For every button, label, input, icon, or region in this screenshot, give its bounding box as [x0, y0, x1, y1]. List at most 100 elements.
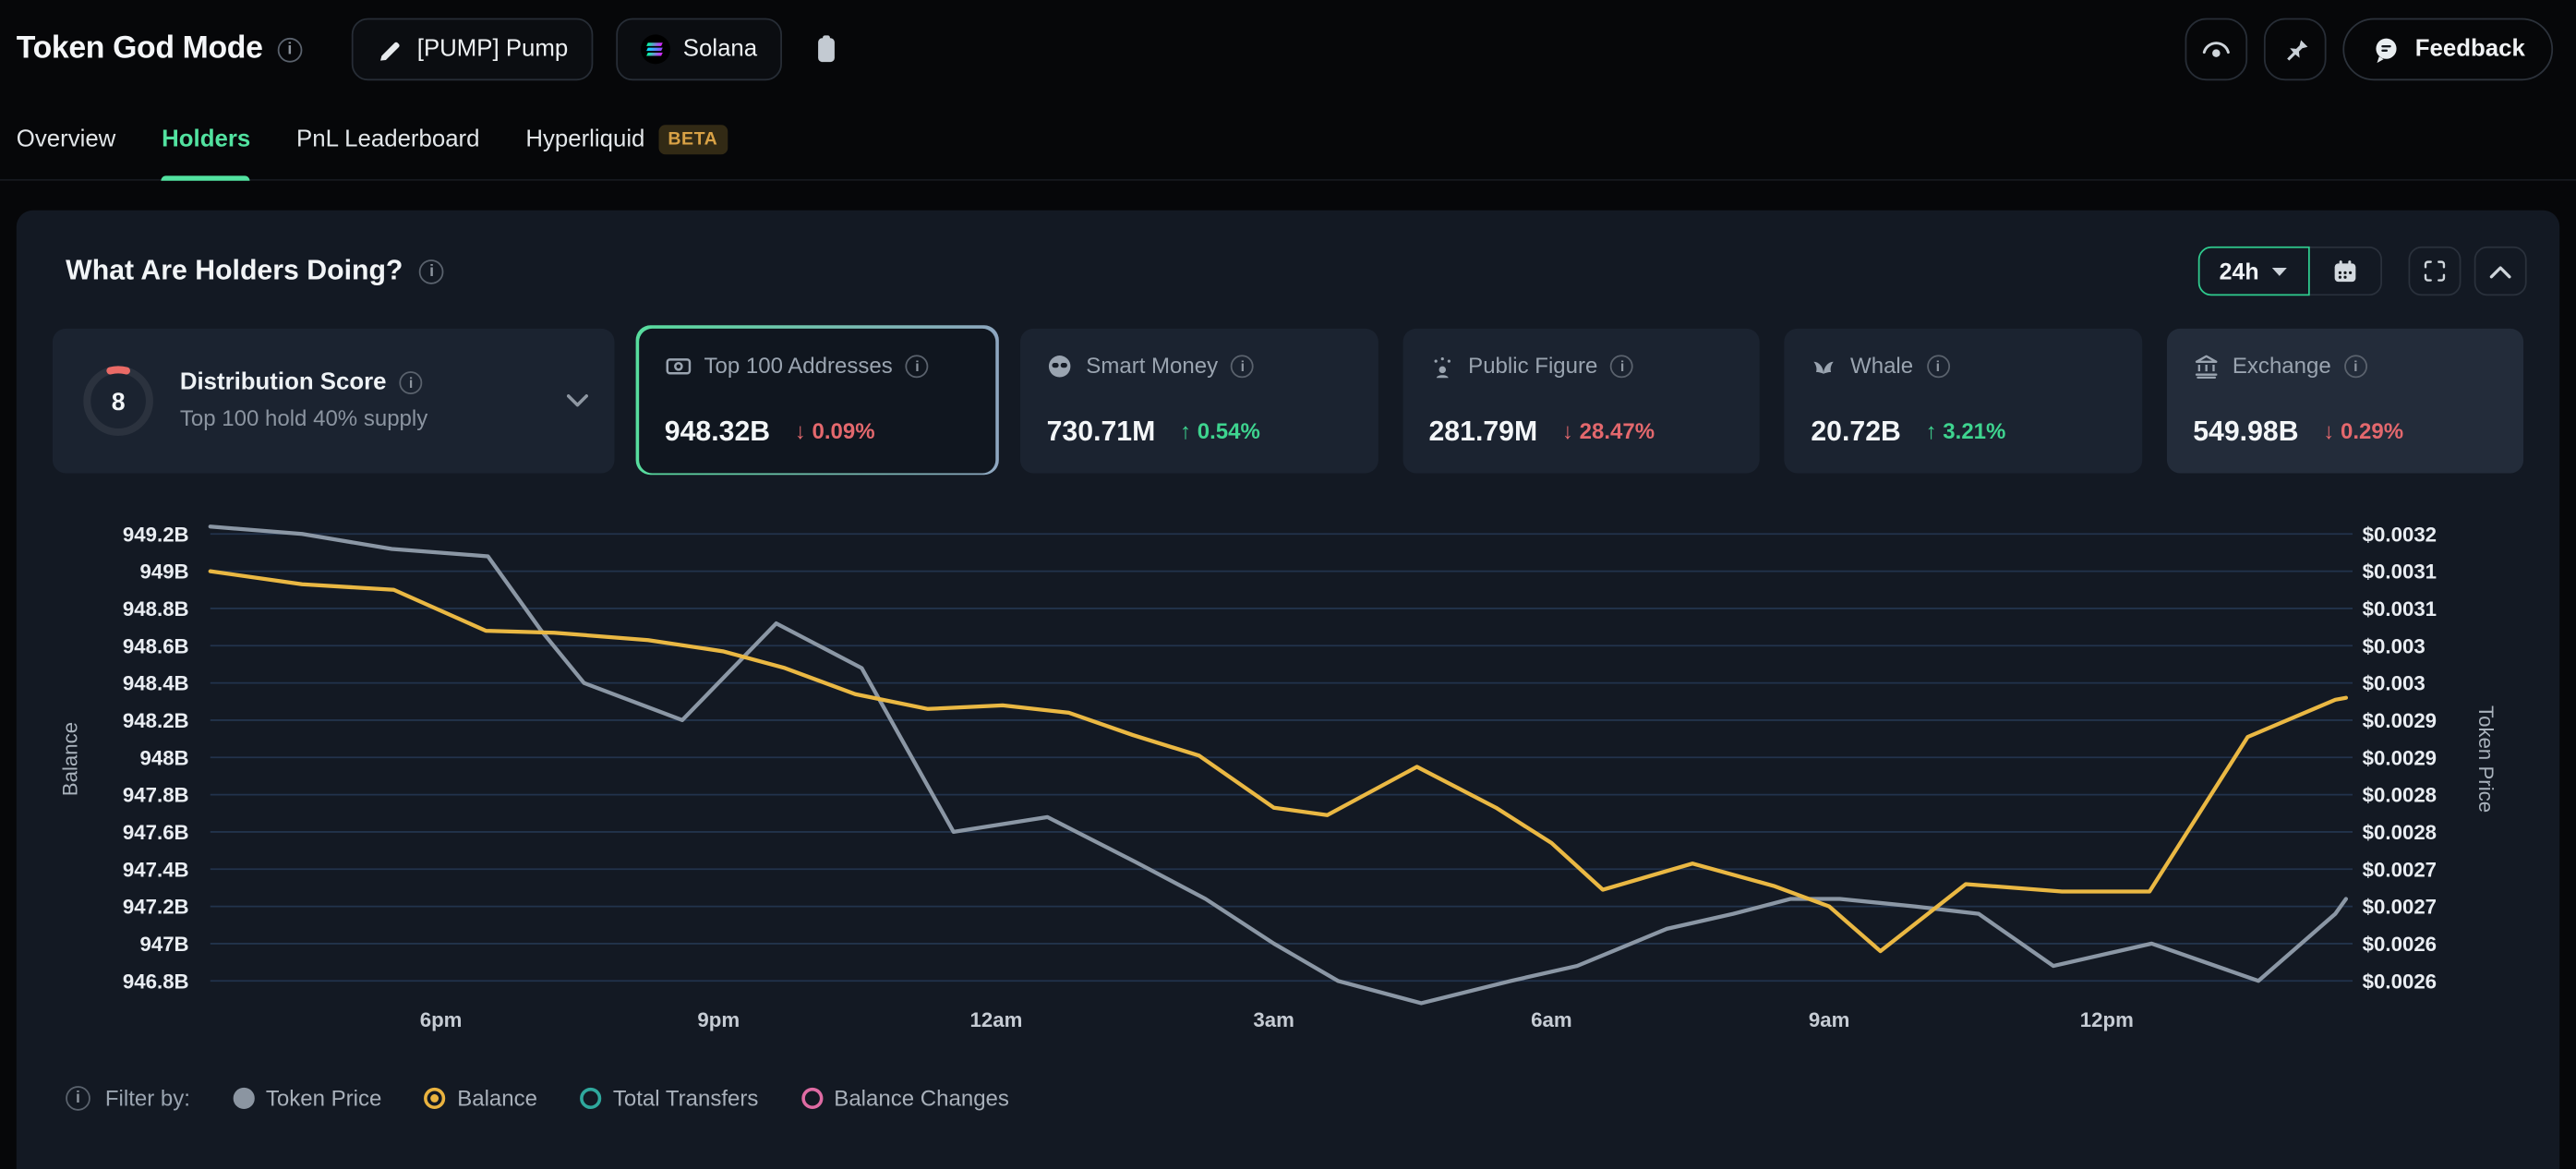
chevron-down-icon [2270, 265, 2289, 276]
stat-card-exchange[interactable]: Exchange i 549.98B ↓ 0.29% [2164, 325, 2527, 475]
stat-info-icon[interactable]: i [2344, 354, 2367, 377]
chain-select-button[interactable]: Solana [616, 18, 782, 81]
stat-card-smart-money[interactable]: Smart Money i 730.71M ↑ 0.54% [1017, 325, 1380, 475]
filter-total-transfers[interactable]: Total Transfers [580, 1086, 758, 1111]
stat-change: ↑ 3.21% [1926, 419, 2006, 444]
distribution-gauge: 8 [78, 361, 157, 440]
svg-text:948B: 948B [139, 746, 188, 769]
svg-text:947.2B: 947.2B [123, 896, 189, 919]
distribution-expand-button[interactable] [566, 393, 587, 406]
title-info-icon[interactable]: i [278, 37, 303, 62]
chevron-up-icon [2489, 264, 2512, 279]
panel-info-icon[interactable]: i [419, 259, 444, 283]
stat-value: 549.98B [2193, 415, 2298, 448]
stat-label: Smart Money [1086, 354, 1218, 379]
svg-text:949B: 949B [139, 560, 188, 584]
svg-text:$0.0026: $0.0026 [2363, 933, 2437, 956]
solana-logo [641, 34, 670, 64]
chain-button-label: Solana [683, 36, 757, 62]
balance-changes-ring-icon [801, 1088, 823, 1109]
panel-controls: 24h [2198, 247, 2527, 295]
svg-text:$0.0032: $0.0032 [2363, 523, 2437, 546]
filter-balance[interactable]: Balance [425, 1086, 537, 1111]
feedback-button[interactable]: Feedback [2343, 18, 2554, 81]
stat-card-whale[interactable]: Whale i 20.72B ↑ 3.21% [1782, 325, 2145, 475]
svg-text:947.4B: 947.4B [123, 858, 189, 881]
fullscreen-icon [2422, 258, 2448, 283]
stat-info-icon[interactable]: i [1231, 354, 1254, 377]
tab-hyperliquid[interactable]: HyperliquidBETA [525, 99, 728, 179]
distribution-info-icon[interactable]: i [400, 371, 423, 394]
filter-info-icon[interactable]: i [66, 1086, 90, 1111]
svg-text:948.6B: 948.6B [123, 634, 189, 657]
feedback-label: Feedback [2415, 36, 2525, 62]
svg-text:Token Price: Token Price [2474, 705, 2498, 813]
pin-icon [2279, 33, 2312, 66]
exchange-bank-icon [2193, 353, 2219, 379]
svg-text:$0.003: $0.003 [2363, 634, 2426, 657]
svg-text:$0.003: $0.003 [2363, 672, 2426, 695]
timeframe-dropdown[interactable]: 24h [2198, 247, 2310, 295]
chevron-down-icon [566, 393, 587, 406]
total-transfers-ring-icon [580, 1088, 601, 1109]
svg-text:$0.0031: $0.0031 [2363, 597, 2437, 621]
stat-info-icon[interactable]: i [1611, 354, 1634, 377]
header: Token God Mode i [PUMP] Pump Solana Feed… [0, 0, 2576, 99]
stat-info-icon[interactable]: i [1926, 354, 1949, 377]
svg-text:$0.0029: $0.0029 [2363, 709, 2437, 732]
tab-overview[interactable]: Overview [17, 99, 116, 179]
svg-text:Balance: Balance [59, 722, 82, 796]
balance-radio-icon [425, 1088, 446, 1109]
svg-text:$0.0026: $0.0026 [2363, 970, 2437, 993]
stat-value: 281.79M [1428, 415, 1537, 448]
calendar-button[interactable] [2310, 247, 2382, 295]
stat-value: 20.72B [1811, 415, 1901, 448]
copy-icon [812, 33, 841, 66]
svg-text:947.6B: 947.6B [123, 821, 189, 844]
filter-token-price[interactable]: Token Price [233, 1086, 381, 1111]
stat-card-top-100-addresses[interactable]: Top 100 Addresses i 948.32B ↓ 0.09% [636, 325, 999, 475]
tab-pnl-leaderboard[interactable]: PnL Leaderboard [296, 99, 479, 179]
token-price-dot-icon [233, 1088, 254, 1109]
token-god-mode-page: Token God Mode i [PUMP] Pump Solana Feed… [0, 0, 2576, 1169]
stat-value: 730.71M [1047, 415, 1156, 448]
stat-info-icon[interactable]: i [906, 354, 929, 377]
chart-filter-legend: i Filter by: Token Price Balance Total T… [17, 1086, 2559, 1111]
distribution-score-card[interactable]: 8 Distribution Score i Top 100 hold 40% s… [49, 325, 616, 475]
token-button-label: [PUMP] Pump [417, 36, 568, 62]
distribution-subtitle: Top 100 hold 40% supply [180, 405, 427, 430]
filter-balance-changes[interactable]: Balance Changes [801, 1086, 1009, 1111]
calendar-icon [2331, 257, 2359, 284]
svg-text:$0.0027: $0.0027 [2363, 896, 2437, 919]
holders-chart[interactable]: 949.2B$0.0032949B$0.0031948.8B$0.0031948… [33, 491, 2544, 1067]
stat-card-public-figure[interactable]: Public Figure i 281.79M ↓ 28.47% [1400, 325, 1763, 475]
distribution-label: Distribution Score [180, 369, 387, 395]
edit-pencil-icon [376, 35, 403, 63]
watch-button[interactable] [2185, 18, 2248, 81]
svg-text:12pm: 12pm [2080, 1008, 2134, 1031]
chat-icon [2371, 33, 2402, 65]
collapse-button[interactable] [2474, 247, 2527, 295]
svg-text:$0.0027: $0.0027 [2363, 858, 2437, 881]
token-select-button[interactable]: [PUMP] Pump [352, 18, 593, 81]
stat-label: Public Figure [1468, 354, 1597, 379]
page-title: Token God Mode [17, 31, 263, 67]
svg-text:3am: 3am [1253, 1008, 1294, 1031]
svg-text:9am: 9am [1809, 1008, 1850, 1031]
svg-text:948.4B: 948.4B [123, 672, 189, 695]
stat-change: ↑ 0.54% [1180, 419, 1260, 444]
distribution-score-value: 8 [111, 387, 125, 415]
filter-by-label: Filter by: [105, 1086, 190, 1111]
public-figure-icon [1428, 353, 1454, 379]
stat-change: ↓ 0.09% [795, 419, 875, 444]
svg-text:6pm: 6pm [420, 1008, 463, 1031]
fullscreen-button[interactable] [2409, 247, 2462, 295]
holders-panel: What Are Holders Doing? i 24h [17, 211, 2559, 1169]
copy-address-button[interactable] [805, 26, 848, 72]
timeframe-value: 24h [2220, 258, 2259, 283]
tab-holders[interactable]: Holders [162, 99, 250, 179]
panel-title: What Are Holders Doing? [66, 255, 403, 288]
pin-button[interactable] [2264, 18, 2327, 81]
stat-change: ↓ 28.47% [1562, 419, 1655, 444]
stat-value: 948.32B [665, 415, 770, 448]
